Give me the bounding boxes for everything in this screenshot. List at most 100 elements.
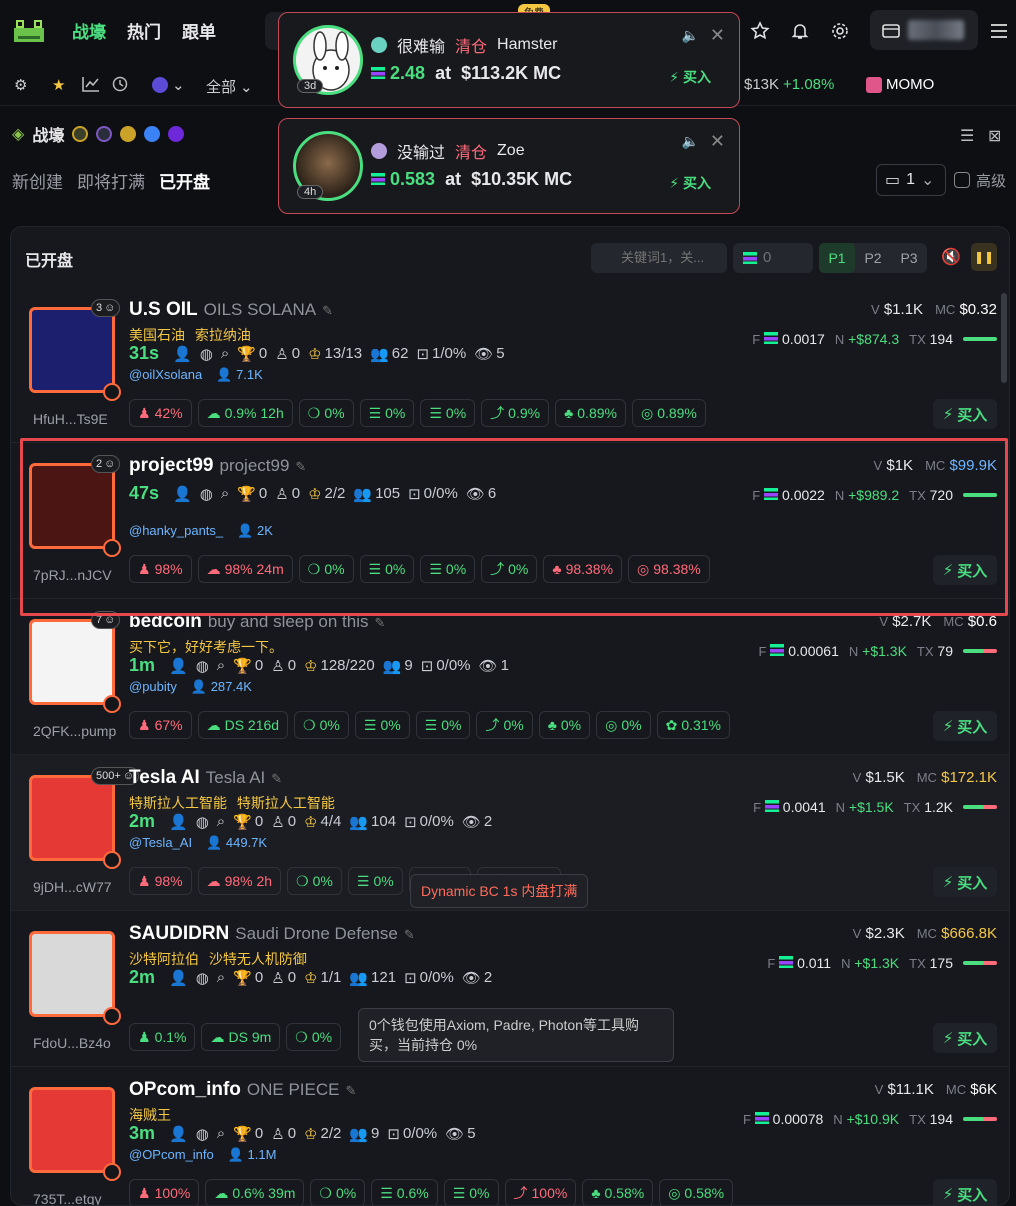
search-icon[interactable]: ⌕ bbox=[217, 813, 225, 830]
dev-icon[interactable]: 👤 bbox=[169, 813, 188, 831]
solana-chain-icon[interactable] bbox=[96, 126, 113, 142]
metric-tag[interactable]: ☁ 98% 24m bbox=[197, 555, 293, 583]
metric-tag[interactable]: ✿ 0.31% bbox=[656, 711, 731, 739]
metric-tag[interactable]: ◎ 98.38% bbox=[628, 555, 710, 583]
history-icon[interactable] bbox=[112, 76, 128, 92]
metric-tag[interactable]: ♟ 42% bbox=[129, 399, 192, 427]
globe-icon[interactable]: ◍ bbox=[200, 485, 213, 503]
globe-icon[interactable]: ◍ bbox=[196, 657, 209, 675]
metric-tag[interactable]: ♣ 0.58% bbox=[582, 1179, 654, 1205]
edit-icon[interactable]: ✎ bbox=[271, 771, 282, 787]
preset-p3[interactable]: P3 bbox=[891, 243, 927, 273]
nav-copytrade[interactable]: 跟单 bbox=[182, 18, 216, 43]
metric-tag[interactable]: ❍ 0% bbox=[298, 399, 354, 427]
edit-icon[interactable]: ✎ bbox=[322, 303, 333, 319]
metric-tag[interactable]: ☰ 0% bbox=[359, 555, 415, 583]
token-avatar[interactable] bbox=[29, 307, 115, 393]
metric-tag[interactable]: ☰ 0% bbox=[443, 1179, 499, 1205]
menu-icon[interactable] bbox=[984, 14, 1014, 48]
token-address[interactable]: FdoU...Bz4o bbox=[33, 1035, 111, 1051]
filter-all-select[interactable]: 全部 ⌄ bbox=[206, 76, 253, 97]
toast-mute-icon[interactable]: 🔈 bbox=[682, 27, 699, 44]
chart-icon[interactable] bbox=[82, 76, 100, 92]
metric-tag[interactable]: ☰ 0.6% bbox=[371, 1179, 438, 1205]
metric-tag[interactable]: ☰ 0% bbox=[415, 711, 471, 739]
token-avatar[interactable] bbox=[29, 931, 115, 1017]
metric-tag[interactable]: ♣ 98.38% bbox=[543, 555, 623, 583]
twitter-handle[interactable]: @oilXsolana bbox=[129, 367, 202, 383]
token-address[interactable]: HfuH...Ts9E bbox=[33, 411, 108, 427]
search-icon[interactable]: ⌕ bbox=[217, 1125, 225, 1142]
metric-tag[interactable]: ♣ 0% bbox=[538, 711, 591, 739]
edit-icon[interactable]: ✎ bbox=[346, 1083, 357, 1099]
token-row[interactable]: 2 ☺ 7pRJ...nJCV project99 project99 ✎ 47s… bbox=[11, 443, 1009, 599]
trade-toast[interactable]: 3d 很难输 清仓 Hamster 2.48 at $113.2K MC 🔈 ✕… bbox=[278, 12, 740, 108]
token-address[interactable]: 7pRJ...nJCV bbox=[33, 567, 112, 583]
twitter-handle[interactable]: @pubity bbox=[129, 679, 177, 695]
nav-trenches[interactable]: 战壕 bbox=[72, 18, 106, 43]
bell-icon[interactable] bbox=[782, 14, 818, 48]
metric-tag[interactable]: ♟ 100% bbox=[129, 1179, 200, 1205]
dev-icon[interactable]: 👤 bbox=[169, 657, 188, 675]
preset-p2[interactable]: P2 bbox=[855, 243, 891, 273]
globe-icon[interactable]: ◍ bbox=[196, 813, 209, 831]
metric-tag[interactable]: ☰ 0% bbox=[359, 399, 415, 427]
search-icon[interactable]: ⌕ bbox=[221, 345, 229, 362]
wallet-button[interactable] bbox=[870, 10, 978, 50]
token-symbol[interactable]: bedcoin bbox=[129, 611, 202, 633]
twitter-handle[interactable]: @hanky_pants_ bbox=[129, 523, 223, 539]
pause-button[interactable]: ❚❚ bbox=[971, 243, 997, 271]
metric-tag[interactable]: ♟ 98% bbox=[129, 555, 192, 583]
token-symbol[interactable]: U.S OIL bbox=[129, 299, 198, 321]
mute-icon[interactable]: 🔇 bbox=[941, 247, 961, 267]
chain-select[interactable]: ⌄ bbox=[152, 76, 185, 94]
token-row[interactable]: 735T...etqy OPcom_info ONE PIECE ✎ 海贼王 3… bbox=[11, 1067, 1009, 1205]
frog-logo-icon[interactable] bbox=[12, 14, 46, 48]
close-icon[interactable]: ✕ bbox=[710, 131, 725, 152]
trade-toast[interactable]: 4h 没输过 清仓 Zoe 0.583 at $10.35K MC 🔈 ✕ ⚡ … bbox=[278, 118, 740, 214]
dev-icon[interactable]: 👤 bbox=[173, 485, 192, 503]
settings-icon[interactable]: ⚙ bbox=[14, 76, 27, 94]
metric-tag[interactable]: ❍ 0% bbox=[298, 555, 354, 583]
token-row[interactable]: 3 ☺ HfuH...Ts9E U.S OIL OILS SOLANA ✎ 美国石… bbox=[11, 287, 1009, 443]
metric-tag[interactable]: ⤴ 0% bbox=[476, 711, 533, 739]
toast-buy-button[interactable]: ⚡ 买入 bbox=[669, 173, 711, 193]
buy-button[interactable]: ⚡ 买入 bbox=[933, 1179, 997, 1205]
globe-icon[interactable]: ◍ bbox=[200, 345, 213, 363]
metric-tag[interactable]: ❍ 0% bbox=[286, 1023, 342, 1051]
search-icon[interactable]: ⌕ bbox=[217, 969, 225, 986]
token-symbol[interactable]: SAUDIDRN bbox=[129, 923, 229, 945]
collapse-icon[interactable]: ⊠ bbox=[988, 126, 1001, 146]
token-avatar[interactable] bbox=[29, 1087, 115, 1173]
metric-tag[interactable]: ☁ DS 216d bbox=[197, 711, 289, 739]
metric-tag[interactable]: ❍ 0% bbox=[294, 711, 349, 739]
token-symbol[interactable]: OPcom_info bbox=[129, 1079, 241, 1101]
sol-min-input[interactable]: 0 bbox=[733, 243, 813, 273]
advanced-toggle[interactable]: 高级 bbox=[954, 164, 1006, 196]
metric-tag[interactable]: ☁ 98% 2h bbox=[197, 867, 282, 895]
metric-tag[interactable]: ☰ 0% bbox=[420, 399, 476, 427]
metric-tag[interactable]: ◎ 0% bbox=[596, 711, 651, 739]
tab-about-to-fill[interactable]: 即将打满 bbox=[77, 168, 145, 193]
list-view-icon[interactable]: ☰ bbox=[960, 126, 974, 146]
buy-button[interactable]: ⚡ 买入 bbox=[933, 399, 997, 429]
chain-coin-icon[interactable] bbox=[72, 126, 89, 142]
star-icon[interactable] bbox=[742, 14, 778, 48]
metric-tag[interactable]: ⤴ 100% bbox=[504, 1179, 577, 1205]
search-icon[interactable]: ⌕ bbox=[221, 485, 229, 502]
metric-tag[interactable]: ⤴ 0.9% bbox=[481, 399, 550, 427]
metric-tag[interactable]: ❍ 0% bbox=[310, 1179, 366, 1205]
momo-ticker[interactable]: MOMO bbox=[866, 76, 934, 93]
globe-icon[interactable]: ◍ bbox=[196, 1125, 209, 1143]
metric-tag[interactable]: ☁ DS 9m bbox=[201, 1023, 281, 1051]
toast-mute-icon[interactable]: 🔈 bbox=[682, 133, 699, 150]
dev-icon[interactable]: 👤 bbox=[173, 345, 192, 363]
token-symbol[interactable]: project99 bbox=[129, 455, 213, 477]
nav-trending[interactable]: 热门 bbox=[127, 18, 161, 43]
metric-tag[interactable]: ♟ 98% bbox=[129, 867, 192, 895]
other-chain-icon[interactable] bbox=[168, 126, 185, 142]
base-chain-icon[interactable] bbox=[144, 126, 161, 142]
tab-new-created[interactable]: 新创建 bbox=[12, 168, 63, 193]
edit-icon[interactable]: ✎ bbox=[404, 927, 415, 943]
dev-icon[interactable]: 👤 bbox=[169, 969, 188, 987]
